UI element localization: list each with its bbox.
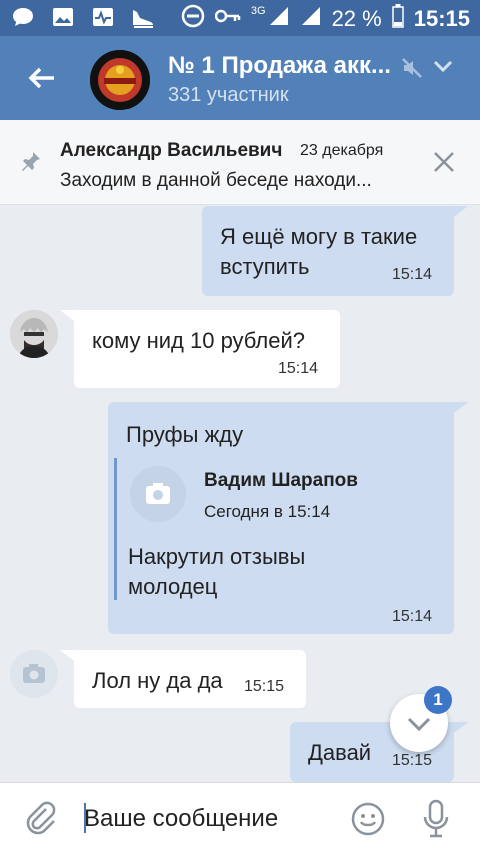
camera-icon xyxy=(146,483,170,504)
reply-author: Вадим Шарапов xyxy=(204,470,358,491)
message-outgoing[interactable]: Я ещё могу в такие вступить 15:14 xyxy=(202,206,454,296)
reply-bar xyxy=(114,458,117,600)
chat-avatar[interactable] xyxy=(90,50,150,110)
activity-icon xyxy=(90,6,116,28)
back-arrow-icon xyxy=(28,67,54,89)
bubble-tail xyxy=(450,206,468,220)
signal-icon xyxy=(268,5,290,33)
message-text: вступить xyxy=(220,254,310,279)
battery-percent: 22 % xyxy=(331,6,382,31)
attach-icon[interactable] xyxy=(24,801,58,842)
message-incoming[interactable]: кому нид 10 рублей? 15:14 xyxy=(74,310,340,388)
notification-icons xyxy=(10,6,156,28)
message-composer xyxy=(0,782,480,855)
message-time: 15:15 xyxy=(392,752,433,769)
text-caret xyxy=(84,803,86,833)
message-text: кому нид 10 рублей? xyxy=(92,328,306,353)
mic-icon[interactable] xyxy=(420,799,452,844)
message-text: Я ещё могу в такие xyxy=(220,224,418,249)
reply-text: Накрутил отзывы xyxy=(128,544,306,569)
chat-title[interactable]: № 1 Продажа акк... xyxy=(168,52,391,80)
pinned-author: Александр Васильевич xyxy=(60,140,283,161)
no-disturb-icon xyxy=(181,4,205,34)
message-input[interactable] xyxy=(84,803,334,835)
reply-avatar[interactable] xyxy=(130,466,186,522)
pinned-date: 23 декабря xyxy=(300,142,384,159)
message-time: 15:14 xyxy=(392,608,433,625)
back-button[interactable] xyxy=(24,60,60,96)
signal-icon-2 xyxy=(300,5,322,33)
chevron-down-icon[interactable] xyxy=(432,58,454,79)
pinned-message[interactable]: Александр Васильевич 23 декабря Заходим … xyxy=(0,120,480,205)
reply-time: Сегодня в 15:14 xyxy=(204,502,331,521)
battery-icon xyxy=(391,4,404,34)
message-text: Давай xyxy=(308,740,372,765)
bubble-tail xyxy=(450,402,468,416)
pinned-text: Заходим в данной беседе находи... xyxy=(60,170,372,191)
mute-icon[interactable] xyxy=(400,56,424,85)
close-icon[interactable] xyxy=(432,150,456,179)
message-time: 15:14 xyxy=(278,360,319,377)
chat-header: № 1 Продажа акк... 331 участник xyxy=(0,36,480,120)
message-incoming[interactable]: Лол ну да да 15:15 xyxy=(74,650,306,708)
system-indicators: 3G 22 % 15:15 xyxy=(181,4,470,34)
network-type: 3G xyxy=(250,5,266,17)
message-text: Пруфы жду xyxy=(126,422,244,447)
camera-icon xyxy=(23,664,45,683)
emoji-icon[interactable] xyxy=(350,801,386,842)
unread-badge: 1 xyxy=(424,686,452,714)
message-text: Лол ну да да xyxy=(92,668,223,693)
chat-icon xyxy=(10,6,36,28)
avatar[interactable] xyxy=(10,310,58,358)
pin-icon xyxy=(20,150,42,177)
avatar[interactable] xyxy=(10,650,58,698)
shoe-icon xyxy=(130,6,156,28)
message-time: 15:15 xyxy=(244,678,285,695)
status-bar: 3G 22 % 15:15 xyxy=(0,0,480,36)
message-time: 15:14 xyxy=(392,266,433,283)
key-icon xyxy=(214,6,241,32)
gallery-icon xyxy=(50,6,76,28)
reply-text: молодец xyxy=(128,574,218,599)
member-count[interactable]: 331 участник xyxy=(168,84,289,107)
bubble-tail xyxy=(450,722,468,736)
clock: 15:15 xyxy=(413,6,470,31)
message-outgoing[interactable]: Пруфы жду Вадим Шарапов Сегодня в 15:14 … xyxy=(108,402,454,634)
